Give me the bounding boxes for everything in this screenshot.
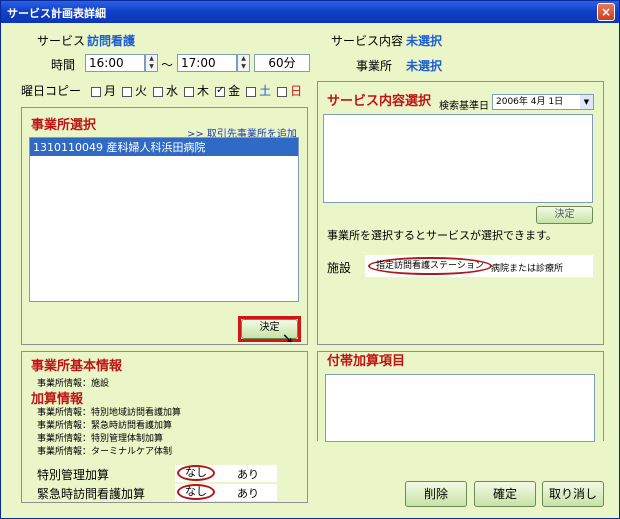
spin-down-icon[interactable]: ▼ [146,63,157,71]
time-label: 時間 [51,58,76,72]
weekday-label: 月 [104,84,117,98]
addition-line: 事業所情報：ターミナルケア体制 [37,447,173,457]
weekday-label: 土 [259,84,272,98]
end-time-spinner[interactable]: ▲ ▼ [237,54,250,72]
extra-items-panel: 付帯加算項目 [317,351,604,442]
service-select-panel: サービス内容選択 検索基準日 2006年 4月 1日 ▼ 決定 事業所を選択する… [317,81,604,345]
option-yes[interactable]: あり [237,485,259,501]
addition-choices: 特別管理加算 なし あり 緊急時訪問看護加算 なし あり [37,464,305,502]
weekday-copy-label: 曜日コピー [21,84,82,98]
option-none[interactable]: なし [177,484,215,500]
checkbox-icon[interactable] [122,86,133,97]
checkbox-icon[interactable] [277,86,288,97]
facility-label: 施設 [327,261,352,275]
start-time-input[interactable]: 16:00 [85,54,145,72]
service-decide-button[interactable]: 決定 [536,206,593,224]
addition-choice-row: 緊急時訪問看護加算 なし あり [37,483,305,502]
weekday-label: 木 [197,84,210,98]
extra-items-listbox[interactable] [325,374,595,442]
facility-option-station[interactable]: 指定訪問看護ステーション [368,257,492,275]
extra-items-title: 付帯加算項目 [327,354,406,369]
office-basic-info-panel: 事業所基本情報 事業所情報：施設 加算情報 事業所情報：特別地域訪問看護加算 事業… [21,351,308,503]
service-hint: 事業所を選択するとサービスが選択できます。 [327,229,557,242]
office-list-item[interactable]: 1310110049 産科婦人科浜田病院 [30,138,298,156]
spin-down-icon[interactable]: ▼ [238,63,249,71]
end-time-input[interactable]: 17:00 [177,54,237,72]
addition-lines: 事業所情報：特別地域訪問看護加算 事業所情報：緊急時訪問看護加算 事業所情報：特別管… [37,407,181,459]
service-content-value: 未選択 [406,34,443,48]
addition-choice-label: 緊急時訪問看護加算 [37,487,146,501]
confirm-button[interactable]: 確定 [474,481,536,507]
weekday-checkbox-2[interactable]: 水 [153,84,178,98]
addition-line: 事業所情報：特別地域訪問看護加算 [37,408,182,418]
facility-options: 指定訪問看護ステーション 病院または診療所 [365,255,593,277]
checkbox-icon[interactable] [246,86,257,97]
search-date-select[interactable]: 2006年 4月 1日 ▼ [492,94,594,110]
weekday-checkbox-1[interactable]: 火 [122,84,147,98]
service-value: 訪問看護 [87,34,136,48]
checkbox-icon[interactable] [91,86,101,97]
facility-option-hospital[interactable]: 病院または診療所 [491,261,563,274]
office-basic-title: 事業所基本情報 [31,359,123,374]
addition-info-title: 加算情報 [31,392,84,407]
addition-choice-options: なし あり [175,484,277,501]
service-listbox[interactable] [323,114,593,203]
weekday-checkbox-0[interactable]: 月 [91,84,116,98]
office-listbox[interactable]: 1310110049 産科婦人科浜田病院 [29,137,299,302]
spin-up-icon[interactable]: ▲ [146,55,157,63]
checkbox-icon[interactable] [215,85,226,97]
service-plan-detail-window: サービス計画表詳細 × サービス 訪問看護 サービス内容 未選択 事業所 未選択… [0,0,620,519]
service-select-title: サービス内容選択 [327,94,432,109]
cancel-button[interactable]: 取り消し [542,481,604,507]
addition-choice-options: なし あり [175,465,277,482]
search-date-label: 検索基準日 [439,101,489,112]
office-select-panel: 事業所選択 >> 取引先事業所を追加 1310110049 産科婦人科浜田病院 … [21,107,308,347]
start-time-spinner[interactable]: ▲ ▼ [145,54,158,72]
weekday-checkbox-4[interactable]: 金 [215,84,240,98]
service-content-label: サービス内容 [331,34,404,48]
window-title: サービス計画表詳細 [7,7,106,20]
option-yes[interactable]: あり [237,466,259,482]
addition-choice-row: 特別管理加算 なし あり [37,464,305,483]
weekday-label: 日 [290,84,303,98]
weekday-checkbox-5[interactable]: 土 [246,84,271,98]
weekday-checkbox-6[interactable]: 日 [277,84,302,98]
duration-field: 60分 [254,54,310,72]
addition-line: 事業所情報：特別管理体制加算 [37,434,164,444]
checkbox-icon[interactable] [184,86,195,97]
spin-up-icon[interactable]: ▲ [238,55,249,63]
office-select-title: 事業所選択 [31,118,97,133]
service-label: サービス [37,34,86,48]
weekday-checkboxes: 月火水木金土日 [91,82,308,99]
delete-button[interactable]: 削除 [405,481,467,507]
time-separator: 〜 [161,58,174,72]
addition-line: 事業所情報：緊急時訪問看護加算 [37,421,173,431]
title-bar: サービス計画表詳細 × [1,1,619,23]
option-none[interactable]: なし [177,465,215,481]
office-label: 事業所 [356,59,393,73]
weekday-label: 火 [135,84,148,98]
weekday-label: 水 [166,84,179,98]
close-icon[interactable]: × [597,3,615,21]
checkbox-icon[interactable] [153,86,164,97]
weekday-label: 金 [228,84,241,98]
office-value: 未選択 [406,59,443,73]
mouse-cursor-icon: ➘ [282,331,294,347]
chevron-down-icon[interactable]: ▼ [580,95,593,109]
search-date-value: 2006年 4月 1日 [496,97,564,107]
weekday-checkbox-3[interactable]: 木 [184,84,209,98]
addition-choice-label: 特別管理加算 [37,468,110,482]
